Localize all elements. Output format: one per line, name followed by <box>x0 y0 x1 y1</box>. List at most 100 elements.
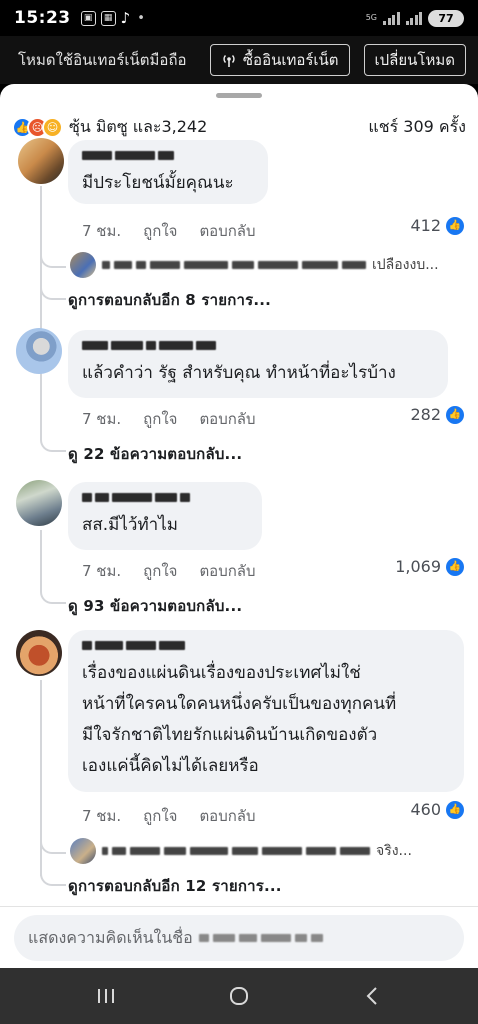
comment-text-line: มีใจรักชาติไทยรักแผ่นดินบ้านเกิดของตัว <box>82 725 378 745</box>
reply-button[interactable]: ตอบกลับ <box>199 407 255 431</box>
thread-line <box>40 530 42 590</box>
buy-internet-button[interactable]: ซื้ออินเทอร์เน็ต <box>209 44 350 76</box>
thread-line <box>40 378 42 438</box>
like-count-value: 282 <box>410 405 441 424</box>
reply-connector <box>40 840 66 854</box>
home-button[interactable] <box>215 976 263 1016</box>
gallery-icon: ▦ <box>100 10 116 26</box>
view-more-replies[interactable]: ดู 93 ข้อความตอบกลับ... <box>68 594 242 618</box>
notification-icons: ▣ ▦ ♪ • <box>80 9 145 27</box>
mode-text: โหมดใช้อินเทอร์เน็ตมือถือ <box>18 51 187 69</box>
comment-like-count[interactable]: 282 👍 <box>410 405 464 424</box>
like-icon: 👍 <box>446 800 464 819</box>
reply-button[interactable]: ตอบกลับ <box>199 559 255 583</box>
reply-connector <box>40 254 66 268</box>
back-button[interactable] <box>348 976 396 1016</box>
reaction-icons: 👍 ☹ ☺ <box>12 116 63 138</box>
more-notifications-icon: • <box>137 10 145 26</box>
user-name-blurred <box>198 934 323 942</box>
recent-apps-button[interactable] <box>82 976 130 1016</box>
reply-button[interactable]: ตอบกลับ <box>199 804 255 828</box>
reply-preview-suffix: เปลืองงบ... <box>372 257 439 273</box>
comment-input-placeholder: แสดงความคิดเห็นในชื่อ <box>28 927 193 947</box>
comment-text: แล้วคำว่า รัฐ สำหรับคุณ ทำหน้าที่อะไรบ้า… <box>82 363 396 383</box>
reply-avatar <box>70 252 96 278</box>
screenshot-icon: ▣ <box>80 10 96 26</box>
status-time: 15:23 <box>14 8 71 28</box>
system-navigation-bar <box>0 968 478 1024</box>
comment-bubble[interactable]: แล้วคำว่า รัฐ สำหรับคุณ ทำหน้าที่อะไรบ้า… <box>68 330 448 398</box>
comment-time: 7 ชม. <box>82 807 122 825</box>
like-icon: 👍 <box>446 216 464 235</box>
commenter-name-blurred <box>82 490 248 504</box>
antenna-icon <box>223 55 235 67</box>
comment-time: 7 ชม. <box>82 562 122 580</box>
switch-mode-button[interactable]: เปลี่ยนโหมด <box>363 44 466 76</box>
comment-bubble[interactable]: สส.มีไว้ทำไม <box>68 482 262 550</box>
commenter-name-blurred <box>82 338 434 352</box>
comment-input-area: แสดงความคิดเห็นในชื่อ <box>0 906 478 968</box>
buy-internet-label: ซื้ออินเทอร์เน็ต <box>242 51 339 69</box>
network-label: 5G <box>365 13 377 22</box>
reply-connector <box>40 590 66 604</box>
status-bar: 15:23 ▣ ▦ ♪ • 5G 77 <box>0 0 478 36</box>
reply-avatar <box>70 838 96 864</box>
view-more-replies[interactable]: ดู 22 ข้อความตอบกลับ... <box>68 442 242 466</box>
reaction-summary-row[interactable]: 👍 ☹ ☺ ซุ้น มิตซู และ3,242 แชร์ 309 ครั้ง <box>12 114 466 140</box>
comment-text-line: เองแค่นี้คิดไม่ได้เลยหรือ <box>82 756 259 776</box>
like-count-value: 460 <box>410 800 441 819</box>
like-count-value: 412 <box>410 216 441 235</box>
comment-actions: 7 ชม. ถูกใจ ตอบกลับ <box>82 407 256 431</box>
like-button[interactable]: ถูกใจ <box>143 219 177 243</box>
share-count[interactable]: แชร์ 309 ครั้ง <box>368 115 466 140</box>
comment-bubble[interactable]: เรื่องของแผ่นดินเรื่องของประเทศไม่ใช่ หน… <box>68 630 464 792</box>
signal-2-icon <box>405 11 422 25</box>
reply-text-blurred <box>102 847 370 855</box>
avatar[interactable] <box>18 138 64 184</box>
comment-time: 7 ชม. <box>82 222 122 240</box>
like-count-value: 1,069 <box>395 557 441 576</box>
reply-connector <box>40 286 66 300</box>
comment-actions: 7 ชม. ถูกใจ ตอบกลับ <box>82 219 256 243</box>
home-icon <box>229 987 248 1005</box>
reply-preview[interactable]: จริง... <box>70 838 412 864</box>
commenter-name-blurred <box>82 148 254 162</box>
like-button[interactable]: ถูกใจ <box>143 804 177 828</box>
comment-input[interactable]: แสดงความคิดเห็นในชื่อ <box>14 915 464 961</box>
view-more-replies[interactable]: ดูการตอบกลับอีก 12 รายการ... <box>68 874 282 898</box>
comment-text-line: เรื่องของแผ่นดินเรื่องของประเทศไม่ใช่ <box>82 663 361 683</box>
avatar[interactable] <box>16 630 62 676</box>
reply-preview-suffix: จริง... <box>376 843 412 859</box>
back-icon <box>366 987 377 1005</box>
reply-button[interactable]: ตอบกลับ <box>199 219 255 243</box>
like-button[interactable]: ถูกใจ <box>143 407 177 431</box>
reaction-summary-text: ซุ้น มิตซู และ3,242 <box>69 116 208 136</box>
comment-actions: 7 ชม. ถูกใจ ตอบกลับ <box>82 804 256 828</box>
avatar[interactable] <box>16 480 62 526</box>
reply-connector <box>40 872 66 886</box>
reply-text-blurred <box>102 261 366 269</box>
comment-like-count[interactable]: 1,069 👍 <box>395 557 464 576</box>
comment-like-count[interactable]: 460 👍 <box>410 800 464 819</box>
switch-mode-label: เปลี่ยนโหมด <box>374 51 455 69</box>
avatar[interactable] <box>16 328 62 374</box>
commenter-name-blurred <box>82 638 450 652</box>
comment-bubble[interactable]: มีประโยชน์มั้ยคุณนะ <box>68 140 268 204</box>
like-icon: 👍 <box>446 405 464 424</box>
comment-text: มีประโยชน์มั้ยคุณนะ <box>82 173 234 193</box>
like-button[interactable]: ถูกใจ <box>143 559 177 583</box>
comment-like-count[interactable]: 412 👍 <box>410 216 464 235</box>
mobile-data-mode-bar: โหมดใช้อินเทอร์เน็ตมือถือ ซื้ออินเทอร์เน… <box>0 36 478 84</box>
status-right: 5G 77 <box>365 9 464 27</box>
comment-text: สส.มีไว้ทำไม <box>82 515 178 535</box>
comments-sheet: 👍 ☹ ☺ ซุ้น มิตซู และ3,242 แชร์ 309 ครั้ง… <box>0 84 478 968</box>
signal-icon <box>383 11 400 25</box>
reply-preview[interactable]: เปลืองงบ... <box>70 252 439 278</box>
comment-text-line: หน้าที่ใครคนใดคนหนึ่งครับเป็นของทุกคนที่ <box>82 694 397 714</box>
view-more-replies[interactable]: ดูการตอบกลับอีก 8 รายการ... <box>68 288 271 312</box>
like-icon: 👍 <box>446 557 464 576</box>
drag-handle[interactable] <box>216 93 262 98</box>
comment-time: 7 ชม. <box>82 410 122 428</box>
comment-list: มีประโยชน์มั้ยคุณนะ 7 ชม. ถูกใจ ตอบกลับ … <box>0 138 478 906</box>
battery-icon: 77 <box>428 9 464 27</box>
